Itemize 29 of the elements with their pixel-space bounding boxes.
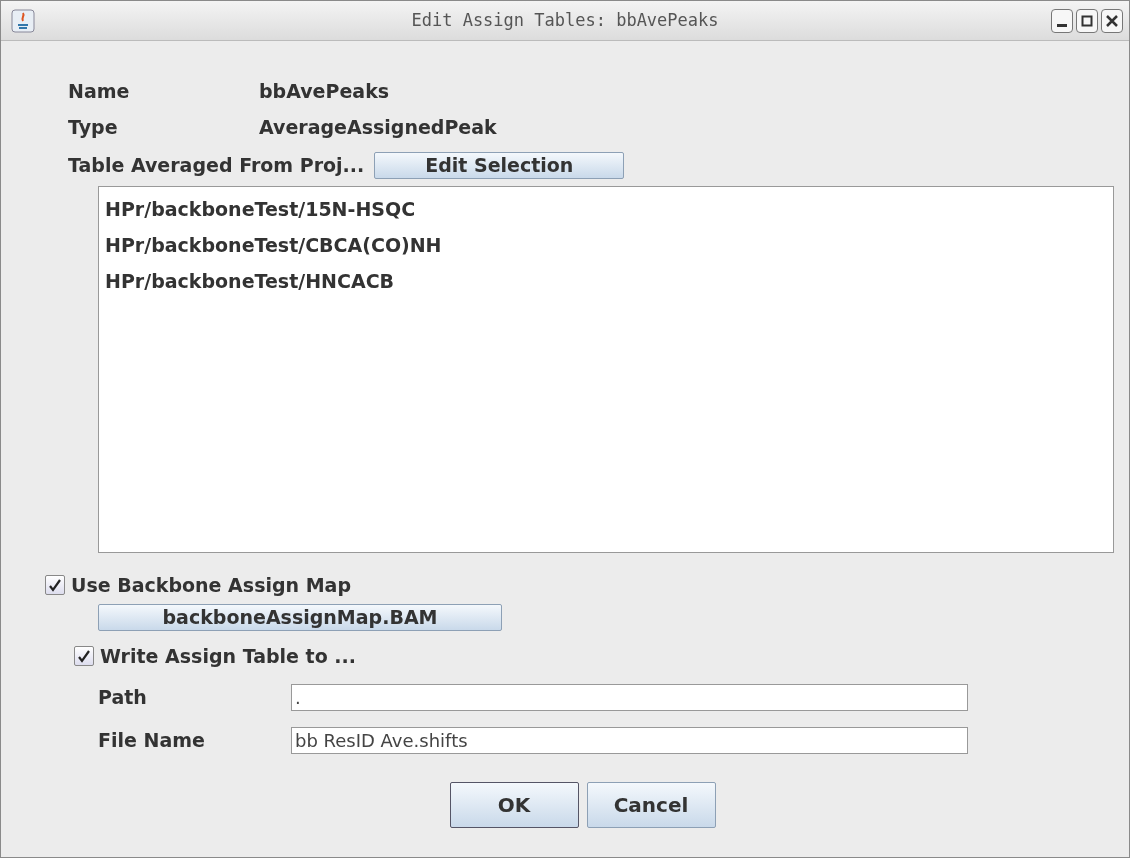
text-field[interactable]: bb ResID Ave.shifts [291, 727, 968, 754]
field-label: Name [68, 79, 131, 104]
check-icon [48, 577, 62, 592]
check-icon [77, 648, 91, 663]
text-field[interactable]: . [291, 684, 968, 711]
ok-button[interactable]: OK [449, 782, 579, 828]
field-label: Table Averaged From Proj... [68, 153, 365, 178]
edit-selection-button[interactable]: Edit Selection [374, 151, 625, 179]
maximize-icon [1081, 15, 1093, 27]
close-button[interactable] [1101, 9, 1123, 33]
list-item[interactable]: HPr/backboneTest/HNCACB [105, 262, 1107, 299]
map-file-button[interactable]: backboneAssignMap.BAM [98, 604, 502, 631]
close-icon [1106, 15, 1118, 27]
cancel-button[interactable]: Cancel [586, 782, 716, 828]
minimize-icon [1057, 23, 1067, 27]
field-label: Type [68, 115, 119, 140]
checkbox-label: Write Assign Table to ... [100, 643, 357, 669]
field-label: File Name [98, 728, 206, 754]
checkbox-label: Use Backbone Assign Map [71, 572, 352, 598]
checkbox[interactable] [74, 645, 94, 666]
maximize-button[interactable] [1076, 9, 1098, 33]
list-item[interactable]: HPr/backboneTest/15N-HSQC [105, 190, 1107, 227]
field-value: bbAvePeaks [259, 79, 390, 104]
list-item[interactable]: HPr/backboneTest/CBCA(CO)NH [105, 226, 1107, 263]
field-label: Path [98, 685, 148, 711]
field-value: AverageAssignedPeak [259, 115, 497, 140]
checkbox[interactable] [45, 574, 65, 595]
window-title: Edit Assign Tables: bbAvePeaks [411, 8, 719, 32]
minimize-button[interactable] [1051, 9, 1073, 33]
